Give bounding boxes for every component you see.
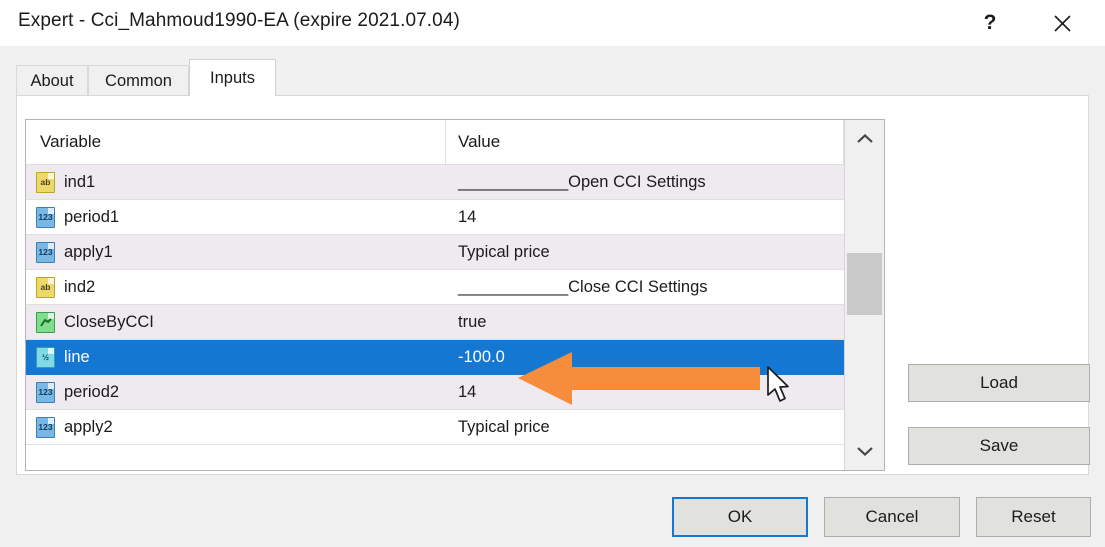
cell-value[interactable]: Typical price <box>446 410 844 444</box>
table-row[interactable]: 123 apply2 Typical price <box>26 410 844 445</box>
cell-variable: 123 apply1 <box>26 235 446 269</box>
scrollbar-thumb[interactable] <box>847 253 882 315</box>
table-row[interactable]: 123 apply1 Typical price <box>26 235 844 270</box>
title-bar: Expert - Cci_Mahmoud1990-EA (expire 2021… <box>0 0 1105 46</box>
tab-inputs[interactable]: Inputs <box>189 59 276 96</box>
variable-name: period2 <box>64 382 120 401</box>
cell-value[interactable]: 14 <box>446 200 844 234</box>
integer-type-icon: 123 <box>36 381 55 403</box>
chevron-down-icon <box>856 447 873 457</box>
table-row[interactable]: ab ind2 ____________Close CCI Settings <box>26 270 844 305</box>
close-button[interactable] <box>1039 0 1085 46</box>
expert-properties-dialog: Expert - Cci_Mahmoud1990-EA (expire 2021… <box>0 0 1105 547</box>
reset-button[interactable]: Reset <box>976 497 1091 537</box>
help-button[interactable]: ? <box>967 0 1013 46</box>
cancel-button[interactable]: Cancel <box>824 497 960 537</box>
table-row[interactable]: ab ind1 ____________Open CCI Settings <box>26 165 844 200</box>
variable-name: apply1 <box>64 242 113 261</box>
cell-value[interactable]: ____________Open CCI Settings <box>446 165 844 199</box>
cell-value[interactable]: true <box>446 305 844 339</box>
cell-value[interactable]: Typical price <box>446 235 844 269</box>
save-button[interactable]: Save <box>908 427 1090 465</box>
cell-value[interactable]: -100.0 <box>446 340 844 374</box>
column-header-variable[interactable]: Variable <box>26 120 446 164</box>
bool-type-icon <box>36 311 55 333</box>
tab-strip: About Common Inputs <box>16 59 1089 96</box>
load-button[interactable]: Load <box>908 364 1090 402</box>
ok-button[interactable]: OK <box>672 497 808 537</box>
variable-name: period1 <box>64 207 120 226</box>
double-type-icon: ½ <box>36 346 55 368</box>
variable-name: ind2 <box>64 277 96 296</box>
integer-type-icon: 123 <box>36 416 55 438</box>
vertical-scrollbar[interactable] <box>844 120 884 470</box>
inputs-table: Variable Value ab ind1 ____________Open CC… <box>25 119 885 471</box>
scroll-down-button[interactable] <box>845 432 884 470</box>
tab-common[interactable]: Common <box>88 65 189 96</box>
table-row[interactable]: ½ line -100.0 <box>26 340 844 375</box>
table-header-row: Variable Value <box>26 120 884 165</box>
chevron-up-icon <box>856 133 873 143</box>
cell-variable: ab ind2 <box>26 270 446 304</box>
table-body: ab ind1 ____________Open CCI Settings 123 pe… <box>26 165 844 445</box>
tab-about[interactable]: About <box>16 65 88 96</box>
string-type-icon: ab <box>36 171 55 193</box>
cell-value[interactable]: ____________Close CCI Settings <box>446 270 844 304</box>
column-header-value[interactable]: Value <box>446 120 844 164</box>
integer-type-icon: 123 <box>36 206 55 228</box>
close-icon <box>1053 14 1071 32</box>
integer-type-icon: 123 <box>36 241 55 263</box>
string-type-icon: ab <box>36 276 55 298</box>
table-row[interactable]: 123 period1 14 <box>26 200 844 235</box>
scroll-up-button[interactable] <box>845 120 884 158</box>
cell-variable: 123 period1 <box>26 200 446 234</box>
cell-variable: 123 apply2 <box>26 410 446 444</box>
cell-variable: ab ind1 <box>26 165 446 199</box>
cell-variable: CloseByCCI <box>26 305 446 339</box>
variable-name: CloseByCCI <box>64 312 154 331</box>
window-title: Expert - Cci_Mahmoud1990-EA (expire 2021… <box>18 10 460 31</box>
variable-name: ind1 <box>64 172 96 191</box>
cell-variable: 123 period2 <box>26 375 446 409</box>
table-row[interactable]: 123 period2 14 <box>26 375 844 410</box>
variable-name: apply2 <box>64 417 113 436</box>
cell-value[interactable]: 14 <box>446 375 844 409</box>
table-row[interactable]: CloseByCCI true <box>26 305 844 340</box>
cell-variable: ½ line <box>26 340 446 374</box>
variable-name: line <box>64 347 90 366</box>
